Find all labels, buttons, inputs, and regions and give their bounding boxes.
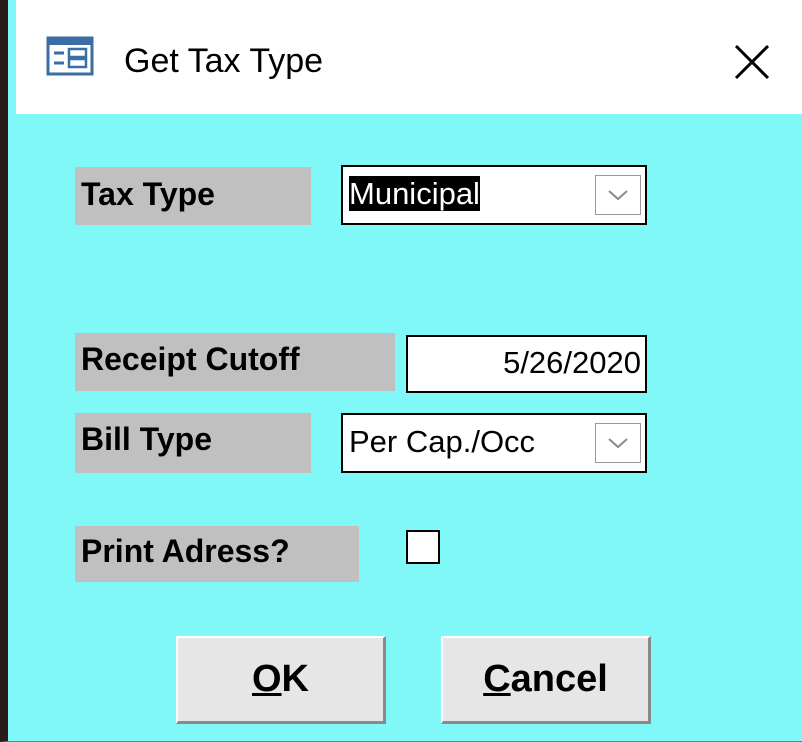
bill-type-value: Per Cap./Occ — [349, 424, 536, 459]
tax-type-select[interactable]: Municipal — [341, 165, 647, 225]
dialog-window: Get Tax Type Tax Type Municipal Receipt … — [0, 0, 802, 742]
bill-type-label: Bill Type — [75, 413, 311, 473]
receipt-cutoff-field[interactable]: 5/26/2020 — [406, 335, 647, 393]
cancel-button[interactable]: Cancel — [441, 636, 651, 724]
bill-type-select[interactable]: Per Cap./Occ — [341, 413, 647, 473]
tax-type-value: Municipal — [349, 176, 480, 211]
print-address-label: Print Adress? — [75, 526, 359, 582]
cancel-label-rest: ancel — [510, 658, 608, 700]
cancel-mnemonic: C — [483, 658, 511, 700]
ok-mnemonic: O — [251, 658, 282, 700]
title-bar: Get Tax Type — [16, 0, 802, 114]
bill-type-dropdown-button[interactable] — [595, 423, 641, 463]
chevron-down-icon — [608, 438, 628, 449]
receipt-cutoff-label: Receipt Cutoff — [75, 333, 395, 391]
tax-type-label: Tax Type — [75, 167, 311, 225]
ok-button[interactable]: OK — [176, 636, 386, 724]
close-button[interactable] — [722, 34, 782, 94]
receipt-cutoff-value: 5/26/2020 — [503, 345, 641, 380]
ok-label-rest: K — [281, 658, 309, 700]
form-icon — [46, 36, 94, 76]
close-icon — [732, 42, 772, 87]
window-title: Get Tax Type — [124, 42, 324, 80]
print-address-checkbox[interactable] — [406, 530, 440, 564]
chevron-down-icon — [608, 190, 628, 201]
tax-type-dropdown-button[interactable] — [595, 175, 641, 215]
